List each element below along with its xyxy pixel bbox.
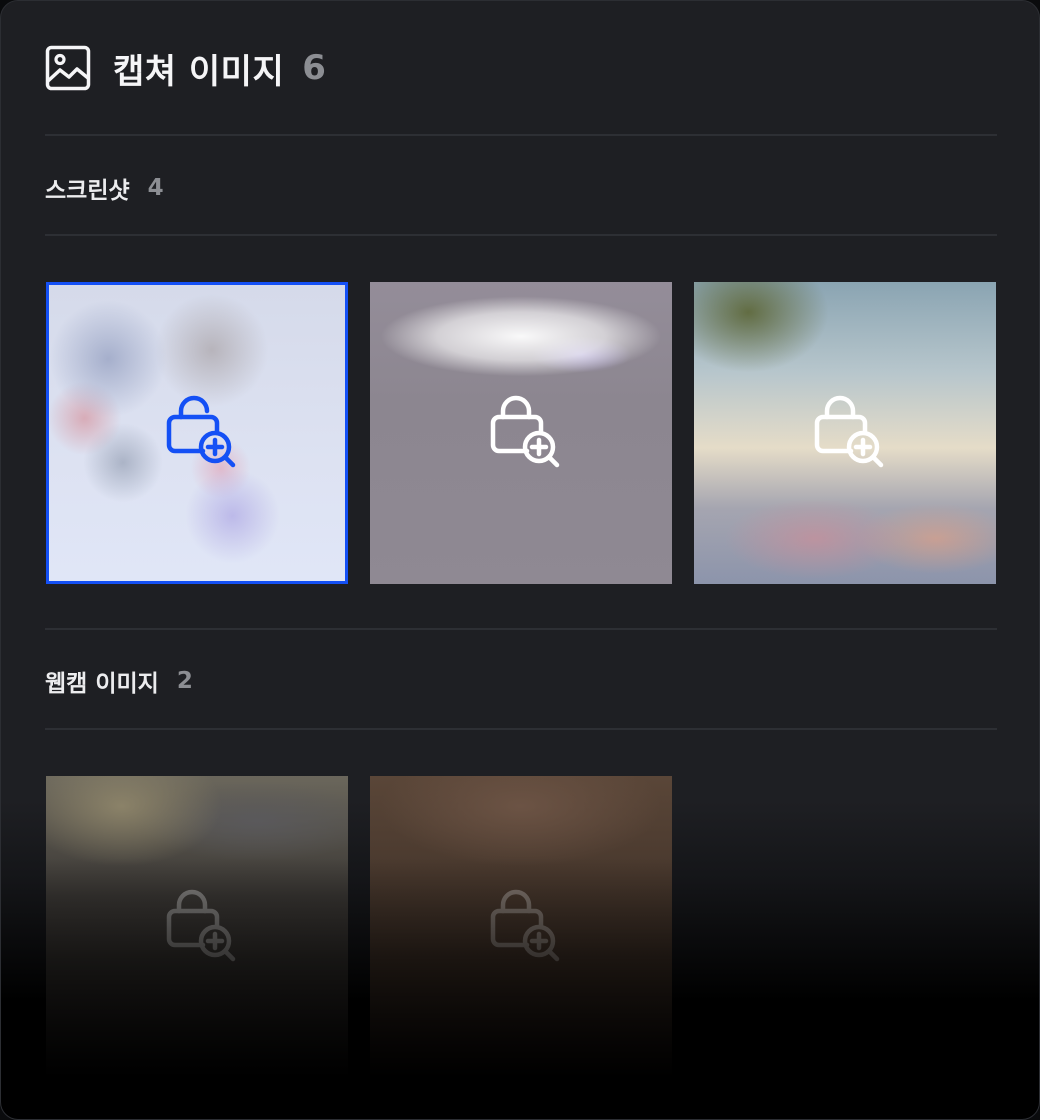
total-count: 6 xyxy=(302,48,326,88)
section-webcam-header: 웹캠 이미지 2 xyxy=(45,664,193,698)
section-label: 웹캠 이미지 xyxy=(45,671,159,697)
lock-zoom-icon xyxy=(809,393,887,471)
header-divider xyxy=(45,134,997,136)
image-icon xyxy=(45,44,93,92)
lock-zoom-icon xyxy=(161,887,239,965)
section-divider xyxy=(45,234,997,236)
section-separator xyxy=(45,628,997,630)
screenshot-thumbnail-2[interactable] xyxy=(370,282,672,584)
screenshot-thumbnail-3[interactable] xyxy=(694,282,996,584)
section-count: 2 xyxy=(176,668,193,694)
webcam-thumbnail-1[interactable] xyxy=(46,776,348,1078)
section-divider xyxy=(45,728,997,730)
panel-header: 캡쳐 이미지 6 xyxy=(45,41,326,95)
webcam-thumbnail-2[interactable] xyxy=(370,776,672,1078)
section-label: 스크린샷 xyxy=(45,178,130,204)
capture-images-panel: 캡쳐 이미지 6 스크린샷 4 웹캠 이미지 2 xyxy=(0,0,1040,1120)
lock-zoom-icon xyxy=(161,393,239,471)
section-count: 4 xyxy=(147,175,164,201)
screenshot-thumbnail-1[interactable] xyxy=(46,282,348,584)
lock-zoom-icon xyxy=(485,887,563,965)
section-screenshots-header: 스크린샷 4 xyxy=(45,171,164,205)
lock-zoom-icon xyxy=(485,393,563,471)
page-title: 캡쳐 이미지 xyxy=(113,51,285,92)
